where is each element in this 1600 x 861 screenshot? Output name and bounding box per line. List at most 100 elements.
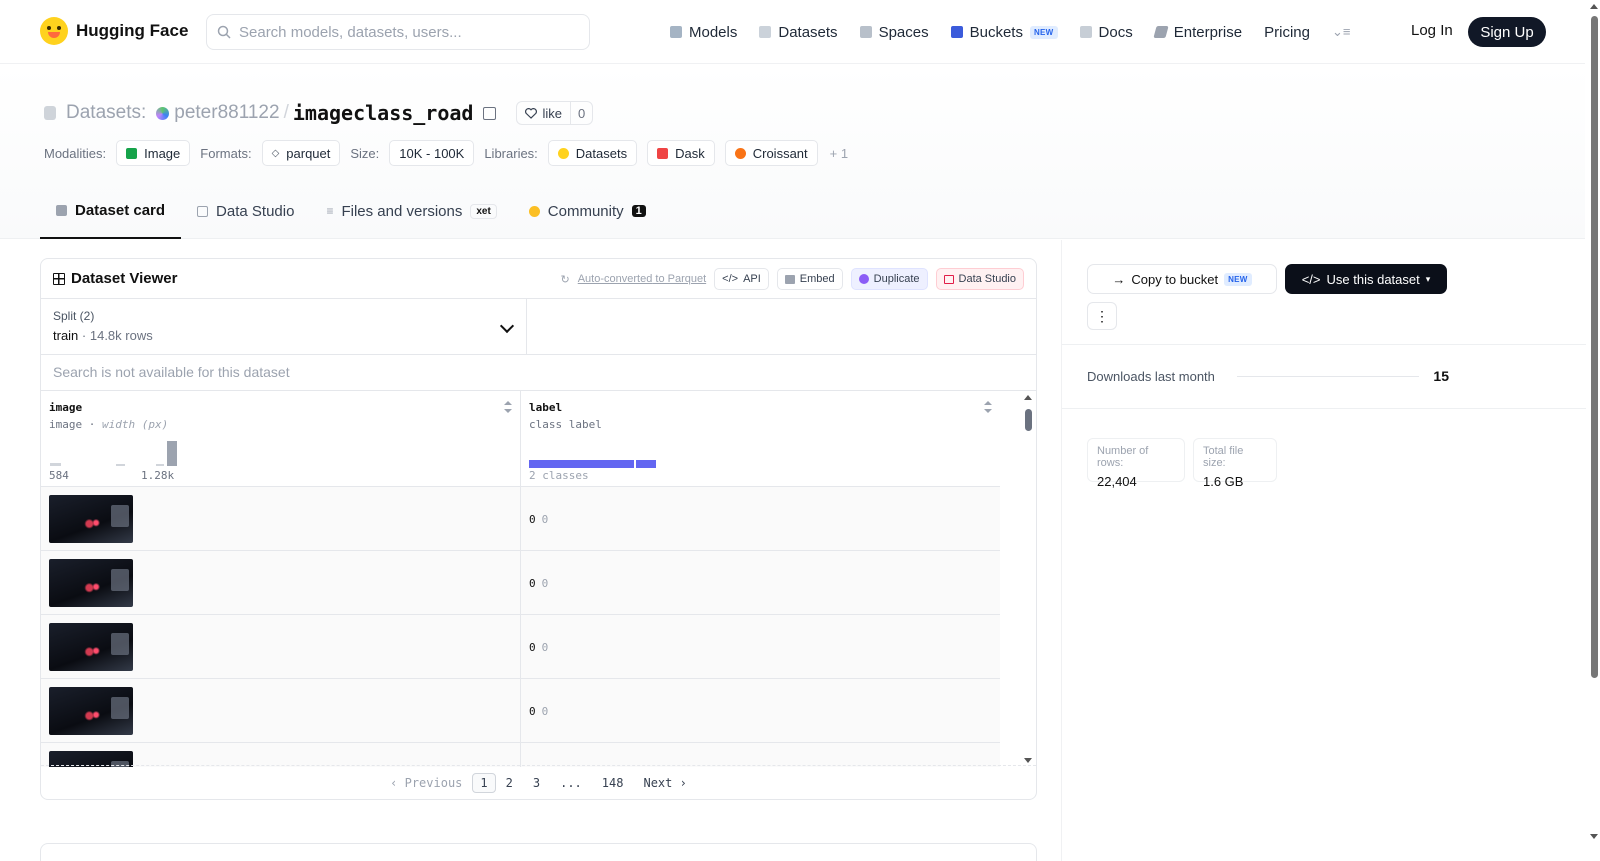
data-table: 00 00 00 00 image image · width (px) 584… <box>41 391 1036 767</box>
signup-button[interactable]: Sign Up <box>1468 17 1546 47</box>
split-dot: · <box>78 328 90 343</box>
docs-icon <box>1079 26 1092 38</box>
tag-datasets-lib[interactable]: Datasets <box>547 140 638 166</box>
label-value: 0 <box>529 641 536 654</box>
downloads-sparkline <box>1236 375 1420 377</box>
downloads-label: Downloads last month <box>1087 368 1215 384</box>
class-1-segment[interactable] <box>636 460 656 468</box>
label-name: 0 <box>541 641 549 654</box>
nav-enterprise[interactable]: Enterprise <box>1153 24 1242 41</box>
scrollbar-thumb[interactable] <box>1025 409 1032 431</box>
like-count: 0 <box>578 105 586 121</box>
nav-docs[interactable]: Docs <box>1079 24 1133 41</box>
tab-community[interactable]: Community 1 <box>513 183 662 239</box>
section-label[interactable]: Datasets: <box>66 102 146 124</box>
image-thumbnail[interactable] <box>49 559 133 607</box>
page-scroll-up-icon[interactable] <box>1590 4 1598 9</box>
page-1[interactable]: 1 <box>472 772 496 793</box>
column-header-image[interactable]: image image · width (px) 584 1.28k <box>41 391 520 487</box>
new-badge: NEW <box>1029 25 1058 39</box>
nav-spaces-label: Spaces <box>878 23 929 41</box>
page-scrollbar-thumb[interactable] <box>1591 16 1598 678</box>
dask-icon <box>657 147 669 159</box>
embed-button[interactable]: Embed <box>776 268 843 290</box>
sidebar-divider <box>1062 408 1586 409</box>
repo-name[interactable]: imageclass_road <box>293 101 474 125</box>
rows-label: Number of rows: <box>1097 445 1149 469</box>
tab-dataset-card[interactable]: Dataset card <box>40 183 182 239</box>
use-dataset-button[interactable]: </> Use this dataset ▾ <box>1285 264 1447 294</box>
split-label: Split (2) <box>53 309 95 323</box>
like-button[interactable]: like 0 <box>516 101 594 125</box>
nav-spaces[interactable]: Spaces <box>859 23 929 41</box>
tab-data-studio[interactable]: Data Studio <box>181 183 310 239</box>
repo-title-row: Datasets: peter881122 / imageclass_road … <box>44 101 594 125</box>
class-0-segment[interactable] <box>529 460 634 468</box>
next-page[interactable]: Next › <box>633 776 696 790</box>
formats-label: Formats: <box>200 145 252 161</box>
copy-to-bucket-button[interactable]: → Copy to bucket NEW <box>1087 264 1277 294</box>
tag-parquet-label: parquet <box>286 145 331 161</box>
page-2[interactable]: 2 <box>496 776 523 790</box>
tag-size[interactable]: 10K - 100K <box>389 140 475 166</box>
sort-icon[interactable] <box>984 401 992 413</box>
table-icon <box>197 205 209 217</box>
search-box[interactable] <box>206 14 590 50</box>
page-scroll-down-icon[interactable] <box>1590 834 1598 839</box>
copy-icon[interactable] <box>483 106 497 120</box>
page-scrollbar[interactable] <box>1589 0 1600 861</box>
label-name: 0 <box>541 705 549 718</box>
column-name: image <box>49 401 83 414</box>
arrow-right-icon: → <box>1112 271 1126 287</box>
table-scrollbar[interactable] <box>1024 395 1032 763</box>
data-studio-button[interactable]: Data Studio <box>935 268 1024 290</box>
class-distribution-bar <box>529 460 656 468</box>
tag-image[interactable]: Image <box>116 140 191 166</box>
nav-buckets[interactable]: Buckets NEW <box>950 24 1058 41</box>
page-148[interactable]: 148 <box>592 776 634 790</box>
like-action[interactable]: like <box>517 102 571 124</box>
brand-logo[interactable]: Hugging Face <box>40 17 188 45</box>
tab-files-versions[interactable]: ≡ Files and versions xet <box>310 183 512 239</box>
image-thumbnail[interactable] <box>49 623 133 671</box>
tag-dask-lib[interactable]: Dask <box>647 140 715 166</box>
label-name: 0 <box>541 513 549 526</box>
scroll-up-arrow-icon[interactable] <box>1024 395 1032 400</box>
nav-pricing[interactable]: Pricing <box>1264 24 1310 41</box>
nav-models[interactable]: Models <box>670 24 737 41</box>
nav-links: Models Datasets Spaces Buckets NEW Docs E… <box>670 0 1350 64</box>
page-3[interactable]: 3 <box>523 776 550 790</box>
sort-icon[interactable] <box>504 401 512 413</box>
rows-value: 22,404 <box>1097 474 1137 489</box>
more-libraries[interactable]: + 1 <box>830 146 848 161</box>
tag-parquet[interactable]: ◇ parquet <box>261 140 341 166</box>
column-type: class label <box>529 418 602 431</box>
file-size-label: Total file size: <box>1203 445 1244 469</box>
image-thumbnail[interactable] <box>49 687 133 735</box>
auto-converted-text: Auto-converted <box>577 273 653 285</box>
embed-icon <box>784 274 795 284</box>
vertical-dots-icon: ⋮ <box>1095 307 1109 324</box>
search-input[interactable] <box>239 23 569 41</box>
file-size-stat: Total file size: 1.6 GB <box>1193 438 1277 489</box>
previous-page[interactable]: ‹ Previous <box>380 776 472 790</box>
column-header-label[interactable]: label class label 2 classes <box>521 391 1000 487</box>
duplicate-button[interactable]: Duplicate <box>850 268 928 290</box>
nav-datasets[interactable]: Datasets <box>759 24 838 41</box>
split-selector[interactable]: Split (2) train · 14.8k rows <box>41 299 527 354</box>
brand-name: Hugging Face <box>76 21 189 40</box>
dataset-viewer: Dataset Viewer ↻ Auto-converted to Parqu… <box>40 258 1037 800</box>
image-thumbnail[interactable] <box>49 495 133 543</box>
api-button[interactable]: </> API <box>714 268 769 290</box>
tag-croissant-lib[interactable]: Croissant <box>724 140 818 166</box>
scroll-down-arrow-icon[interactable] <box>1024 758 1032 763</box>
owner-link[interactable]: peter881122 <box>174 102 279 124</box>
login-link[interactable]: Log In <box>1411 22 1453 39</box>
hf-datasets-icon <box>557 147 569 159</box>
auto-converted-link[interactable]: Auto-converted to Parquet <box>578 273 706 285</box>
label-name: 0 <box>541 577 549 590</box>
more-options-button[interactable]: ⋮ <box>1087 302 1117 330</box>
auto-converted-suffix: to Parquet <box>652 273 707 285</box>
nav-more-menu[interactable]: ⌄≡ <box>1332 24 1350 40</box>
files-icon: ≡ <box>326 204 334 218</box>
